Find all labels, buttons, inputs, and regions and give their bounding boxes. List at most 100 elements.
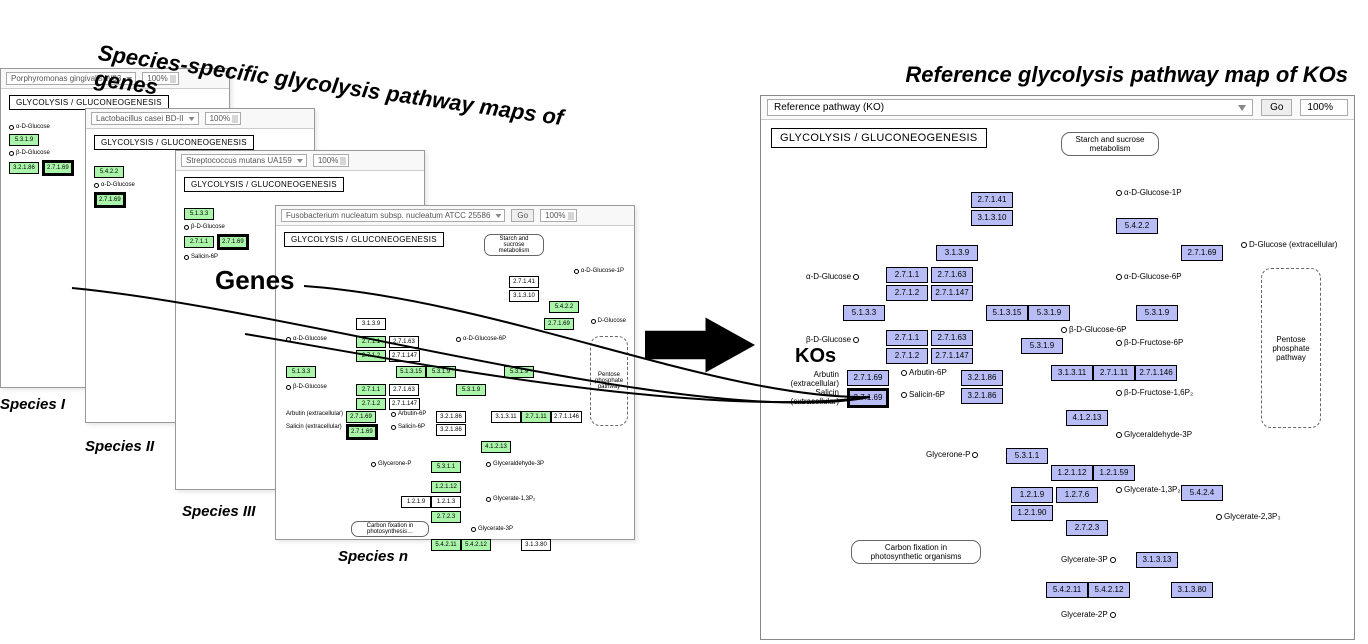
ec-box[interactable]: 1.2.7.6: [1056, 487, 1098, 503]
ec-box[interactable]: 2.7.2.3: [431, 511, 461, 523]
ec-box[interactable]: 2.7.1.63: [389, 336, 419, 348]
ec-box[interactable]: 2.7.1.69: [544, 318, 574, 330]
ec-box[interactable]: 2.7.1.41: [509, 276, 539, 288]
ec-box-highlight[interactable]: 2.7.1.69: [42, 160, 74, 176]
ec-box[interactable]: 2.7.1.11: [521, 411, 551, 423]
ec-box[interactable]: 2.7.1.2: [356, 350, 386, 362]
ec-box[interactable]: 5.1.3.3: [286, 366, 316, 378]
ec-box[interactable]: 2.7.1.1: [356, 384, 386, 396]
ec-box[interactable]: 1.2.1.59: [1093, 465, 1135, 481]
ec-box[interactable]: 3.1.3.10: [509, 290, 539, 302]
ec-box[interactable]: 5.3.1.9: [426, 366, 456, 378]
ec-box[interactable]: 2.7.1.69: [847, 370, 889, 386]
reference-dropdown[interactable]: Reference pathway (KO): [767, 99, 1253, 116]
ec-box[interactable]: 5.3.1.1: [1006, 448, 1048, 464]
ec-box[interactable]: 2.7.1.1: [184, 236, 214, 248]
ec-box[interactable]: 5.3.1.9: [1021, 338, 1063, 354]
ec-box[interactable]: 5.4.2.12: [461, 539, 491, 551]
ec-box[interactable]: 2.7.2.3: [1066, 520, 1108, 536]
ec-box[interactable]: 3.2.1.86: [961, 388, 1003, 404]
ec-box[interactable]: 5.4.2.11: [431, 539, 461, 551]
ec-box[interactable]: 5.3.1.9: [456, 384, 486, 396]
ec-box[interactable]: 3.2.1.86: [436, 424, 466, 436]
link-starch-sucrose[interactable]: Starch and sucrose metabolism: [1061, 132, 1159, 156]
ec-box[interactable]: 3.1.3.80: [521, 539, 551, 551]
ec-box[interactable]: 5.3.1.9: [1028, 305, 1070, 321]
species-dropdown[interactable]: Streptococcus mutans UA159: [181, 154, 307, 167]
link-carbon-fixation[interactable]: Carbon fixation in photosynthetic organi…: [851, 540, 981, 564]
ec-box[interactable]: 3.1.3.9: [356, 318, 386, 330]
ec-box[interactable]: 5.3.1.9: [1136, 305, 1178, 321]
ec-box[interactable]: 2.7.1.11: [1093, 365, 1135, 381]
ec-box[interactable]: 4.1.2.13: [481, 441, 511, 453]
ec-box-highlight[interactable]: 2.7.1.69: [94, 192, 126, 208]
ec-box[interactable]: 3.2.1.86: [9, 162, 39, 174]
ec-box[interactable]: 5.4.2.2: [1116, 218, 1158, 234]
ec-box[interactable]: 1.2.1.12: [431, 481, 461, 493]
ec-box[interactable]: 2.7.1.146: [551, 411, 582, 423]
ec-box-highlight[interactable]: 2.7.1.69: [217, 234, 249, 250]
link-pentose-phosphate[interactable]: Pentose phosphate pathway: [590, 336, 628, 426]
ec-box[interactable]: 2.7.1.41: [971, 192, 1013, 208]
go-button[interactable]: Go: [511, 209, 534, 222]
ec-box[interactable]: 3.1.3.10: [971, 210, 1013, 226]
ec-box[interactable]: 3.2.1.86: [961, 370, 1003, 386]
ec-box[interactable]: 2.7.1.63: [389, 384, 419, 396]
ec-box[interactable]: 1.2.1.3: [431, 496, 461, 508]
ec-box[interactable]: 5.4.2.2: [94, 166, 124, 178]
zoom-field[interactable]: 100%: [205, 112, 241, 125]
zoom-field[interactable]: 100%: [1300, 99, 1348, 116]
ec-box[interactable]: 2.7.1.63: [931, 330, 973, 346]
ec-box[interactable]: 5.1.3.15: [396, 366, 426, 378]
ec-box-highlight[interactable]: 2.7.1.69: [346, 424, 378, 440]
ec-box[interactable]: 2.7.1.2: [886, 348, 928, 364]
ec-box[interactable]: 2.7.1.63: [931, 267, 973, 283]
ec-box[interactable]: 3.1.3.9: [936, 245, 978, 261]
ec-box[interactable]: 1.2.1.9: [1011, 487, 1053, 503]
ec-box[interactable]: 5.3.1.9: [9, 134, 39, 146]
ec-box[interactable]: 5.4.2.4: [1181, 485, 1223, 501]
ec-box[interactable]: 5.1.3.3: [843, 305, 885, 321]
ec-box[interactable]: 3.1.3.11: [491, 411, 521, 423]
ec-box[interactable]: 1.2.1.9: [401, 496, 431, 508]
zoom-field[interactable]: 100%: [540, 209, 576, 222]
link-pentose-phosphate[interactable]: Pentose phosphate pathway: [1261, 268, 1321, 428]
ec-box[interactable]: 2.7.1.1: [886, 267, 928, 283]
ec-box[interactable]: 5.4.2.2: [549, 301, 579, 313]
ec-box[interactable]: 1.2.1.12: [1051, 465, 1093, 481]
ec-box[interactable]: 2.7.1.147: [389, 398, 420, 410]
ec-box[interactable]: 3.1.3.11: [1051, 365, 1093, 381]
card-header: Fusobacterium nucleatum subsp. nucleatum…: [276, 206, 634, 226]
ec-box[interactable]: 2.7.1.2: [886, 285, 928, 301]
ec-box[interactable]: 5.1.3.15: [986, 305, 1028, 321]
ec-box[interactable]: 1.2.1.90: [1011, 505, 1053, 521]
link-starch-sucrose[interactable]: Starch and sucrose metabolism: [484, 234, 544, 256]
ec-box[interactable]: 2.7.1.2: [356, 398, 386, 410]
compound-label: Glycerone-P: [371, 461, 411, 467]
link-carbon-fixation[interactable]: Carbon fixation in photosynthesis…: [351, 521, 429, 537]
ec-box[interactable]: 3.1.3.13: [1136, 552, 1178, 568]
ec-box[interactable]: 5.1.3.3: [184, 208, 214, 220]
ec-box[interactable]: 2.7.1.147: [931, 348, 973, 364]
ec-box[interactable]: 5.4.2.11: [1046, 582, 1088, 598]
zoom-field[interactable]: 100%: [313, 154, 349, 167]
ec-box[interactable]: 5.3.1.9: [504, 366, 534, 378]
ec-box[interactable]: 5.3.1.1: [431, 461, 461, 473]
ec-box[interactable]: 2.7.1.147: [389, 350, 420, 362]
ec-box[interactable]: 3.1.3.80: [1171, 582, 1213, 598]
species-label-n: Species n: [338, 548, 408, 565]
ec-box[interactable]: 2.7.1.1: [886, 330, 928, 346]
compound-label: Salicin (extracellular): [771, 388, 839, 406]
species-dropdown[interactable]: Fusobacterium nucleatum subsp. nucleatum…: [281, 209, 505, 222]
ec-box[interactable]: 5.4.2.12: [1088, 582, 1130, 598]
ec-box-ko-highlight[interactable]: 2.7.1.69: [847, 388, 889, 408]
ec-box[interactable]: 2.7.1.69: [346, 411, 376, 423]
ec-box[interactable]: 2.7.1.147: [931, 285, 973, 301]
ec-box[interactable]: 2.7.1.146: [1135, 365, 1177, 381]
ec-box[interactable]: 2.7.1.1: [356, 336, 386, 348]
ec-box[interactable]: 2.7.1.69: [1181, 245, 1223, 261]
species-dropdown[interactable]: Lactobacillus casei BD-II: [91, 112, 199, 125]
go-button[interactable]: Go: [1261, 99, 1292, 116]
ec-box[interactable]: 4.1.2.13: [1066, 410, 1108, 426]
ec-box[interactable]: 3.2.1.86: [436, 411, 466, 423]
